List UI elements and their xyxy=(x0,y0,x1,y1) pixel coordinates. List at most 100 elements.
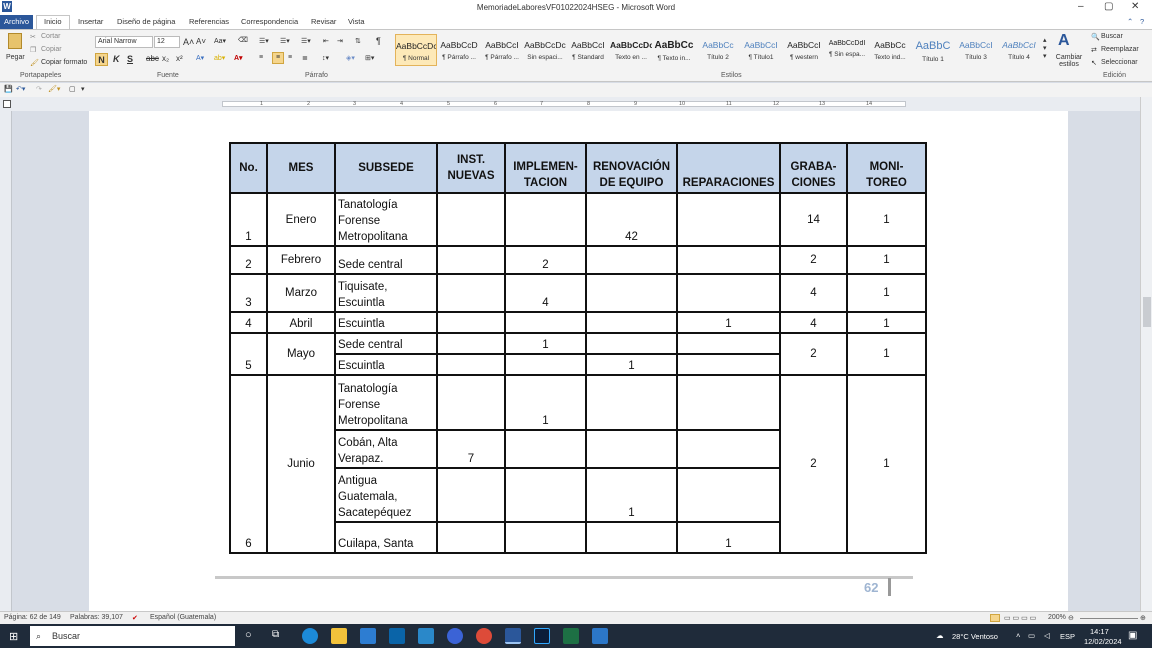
style-item[interactable]: AaBbCcI Título 4 xyxy=(998,34,1040,66)
strikethrough-icon[interactable]: abc xyxy=(146,54,159,63)
clear-format-icon[interactable]: ⌫ xyxy=(238,36,248,44)
page-count[interactable]: Página: 62 de 149 xyxy=(4,614,61,621)
italic-icon[interactable]: K xyxy=(113,54,120,64)
zoom-in-icon[interactable]: ⊕ xyxy=(1140,614,1146,622)
style-item[interactable]: AaBbCcI ¶ Título1 xyxy=(740,34,782,66)
subscript-icon[interactable]: x₂ xyxy=(162,54,169,63)
task-view-icon[interactable]: ⧉ xyxy=(272,629,279,640)
align-left-icon[interactable]: ≡ xyxy=(259,54,263,61)
show-marks-icon[interactable]: ¶ xyxy=(376,36,381,46)
tab-referencias[interactable]: Referencias xyxy=(189,17,229,26)
style-item[interactable]: AaBbCcI ¶ Párrafo ... xyxy=(481,34,523,66)
style-item[interactable]: AaBbC Título 1 xyxy=(912,34,954,66)
style-item[interactable]: AaBbCcDdI ¶ Sin espa... xyxy=(826,34,868,66)
style-item[interactable]: AaBbCcDc Texto en ... xyxy=(610,34,652,66)
close-button[interactable]: ✕ xyxy=(1131,1,1139,12)
word-taskbar-icon[interactable] xyxy=(505,628,521,644)
zoom-slider[interactable] xyxy=(1080,618,1138,619)
tab-selector-icon[interactable] xyxy=(3,100,11,108)
clock-date[interactable]: 12/02/2024 xyxy=(1084,637,1122,646)
maximize-button[interactable]: ▢ xyxy=(1104,1,1113,12)
clock-time[interactable]: 14:17 xyxy=(1090,627,1109,636)
weather-icon[interactable]: ☁ xyxy=(936,631,944,640)
style-item[interactable]: AaBbCcI ¶ western xyxy=(783,34,825,66)
mail-icon[interactable] xyxy=(389,628,405,644)
notifications-icon[interactable]: ▣ xyxy=(1128,630,1137,641)
zoom-out-icon[interactable]: ⊖ xyxy=(1068,614,1074,622)
align-center-icon[interactable]: ≡ xyxy=(272,52,284,64)
network-icon[interactable]: ▭ xyxy=(1028,631,1035,640)
horizontal-ruler[interactable]: 1 2 3 4 5 6 7 8 9 10 11 12 13 14 xyxy=(0,97,1152,111)
select-button[interactable]: Seleccionar xyxy=(1101,59,1138,66)
justify-icon[interactable]: ≣ xyxy=(302,54,308,62)
styles-scroll-icon[interactable]: ▴ ▾ ▾ xyxy=(1043,36,1047,60)
font-size-select[interactable]: 12 xyxy=(154,36,180,48)
weather-text[interactable]: 28°C Ventoso xyxy=(952,632,998,641)
format-painter-qat-icon[interactable]: 🖌▾ xyxy=(48,85,60,93)
style-item[interactable]: AaBbCc Texto ind... xyxy=(869,34,911,66)
increase-indent-icon[interactable]: ⇥ xyxy=(337,37,343,45)
input-language[interactable]: ESP xyxy=(1060,632,1075,641)
tab-archivo[interactable]: Archivo xyxy=(0,15,33,29)
numbering-icon[interactable]: ☰▾ xyxy=(280,37,290,45)
undo-icon[interactable]: ↶▾ xyxy=(16,85,25,93)
superscript-icon[interactable]: x² xyxy=(176,54,183,63)
ribbon-minimize-icon[interactable]: ⌃ xyxy=(1127,17,1133,26)
excel-icon[interactable] xyxy=(563,628,579,644)
file-explorer-icon[interactable] xyxy=(331,628,347,644)
change-styles-button[interactable]: Cambiar estilos xyxy=(1054,54,1084,68)
print-layout-icon[interactable] xyxy=(990,614,1000,622)
style-item[interactable]: AaBbCcI Título 3 xyxy=(955,34,997,66)
customize-qat-icon[interactable]: ▾ xyxy=(81,85,85,93)
line-spacing-icon[interactable]: ↕▾ xyxy=(322,54,329,62)
tab-revisar[interactable]: Revisar xyxy=(311,17,336,26)
highlight-icon[interactable]: ab▾ xyxy=(214,54,225,62)
sort-icon[interactable]: ⇅ xyxy=(355,37,361,45)
taskbar-search[interactable]: ⌕ Buscar xyxy=(30,626,235,646)
replace-button[interactable]: Reemplazar xyxy=(1101,46,1139,53)
borders-icon[interactable]: ⊞▾ xyxy=(365,54,374,62)
grow-font-icon[interactable]: A˄ xyxy=(183,37,194,47)
style-item[interactable]: AaBbCc ¶ Texto in... xyxy=(653,34,695,66)
tab-correspondencia[interactable]: Correspondencia xyxy=(241,17,298,26)
tab-diseno[interactable]: Diseño de página xyxy=(117,17,175,26)
tab-inicio[interactable]: Inicio xyxy=(36,15,70,29)
cortana-icon[interactable]: ○ xyxy=(245,629,252,641)
word-count[interactable]: Palabras: 39,107 xyxy=(70,614,123,621)
font-name-select[interactable]: Arial Narrow xyxy=(95,36,153,48)
scrollbar-thumb[interactable] xyxy=(1143,297,1151,327)
style-item[interactable]: AaBbCcD ¶ Párrafo ... xyxy=(438,34,480,66)
format-painter-button[interactable]: Copiar formato xyxy=(41,59,87,66)
help-icon[interactable]: ? xyxy=(1140,17,1144,26)
style-item[interactable]: AaBbCcI ¶ Standard xyxy=(567,34,609,66)
windows-start-icon[interactable]: ⊞ xyxy=(9,630,18,643)
find-button[interactable]: Buscar xyxy=(1101,33,1123,40)
decrease-indent-icon[interactable]: ⇤ xyxy=(323,37,329,45)
copy-button[interactable]: Copiar xyxy=(41,46,62,53)
new-document-icon[interactable]: ▢ xyxy=(69,85,76,93)
save-icon[interactable]: 💾 xyxy=(4,85,13,93)
vertical-scrollbar[interactable] xyxy=(1140,97,1152,611)
cut-button[interactable]: Cortar xyxy=(41,33,60,40)
vertical-ruler[interactable] xyxy=(0,111,12,611)
shading-icon[interactable]: ◈▾ xyxy=(346,54,355,62)
align-right-icon[interactable]: ≡ xyxy=(288,54,292,61)
view-buttons-icon[interactable]: ▭ ▭ ▭ ▭ xyxy=(1004,614,1036,622)
app-icon[interactable] xyxy=(418,628,434,644)
store-icon[interactable] xyxy=(360,628,376,644)
shrink-font-icon[interactable]: A˅ xyxy=(196,37,206,46)
tab-insertar[interactable]: Insertar xyxy=(78,17,103,26)
volume-icon[interactable]: ◁ xyxy=(1044,631,1050,640)
zoom-level[interactable]: 200% xyxy=(1048,614,1066,621)
style-item[interactable]: AaBbCcDc Sin espaci... xyxy=(524,34,566,66)
bold-icon[interactable]: N xyxy=(95,53,108,66)
multilevel-list-icon[interactable]: ☰▾ xyxy=(301,37,311,45)
tab-vista[interactable]: Vista xyxy=(348,17,365,26)
redo-icon[interactable]: ↷ xyxy=(36,85,42,93)
style-item[interactable]: AaBbCc Título 2 xyxy=(697,34,739,66)
style-normal[interactable]: AaBbCcDc ¶ Normal xyxy=(395,34,437,66)
font-color-icon[interactable]: A▾ xyxy=(234,54,243,62)
chrome-icon[interactable] xyxy=(476,628,492,644)
minimize-button[interactable]: – xyxy=(1078,1,1084,12)
underline-icon[interactable]: S xyxy=(127,54,133,64)
